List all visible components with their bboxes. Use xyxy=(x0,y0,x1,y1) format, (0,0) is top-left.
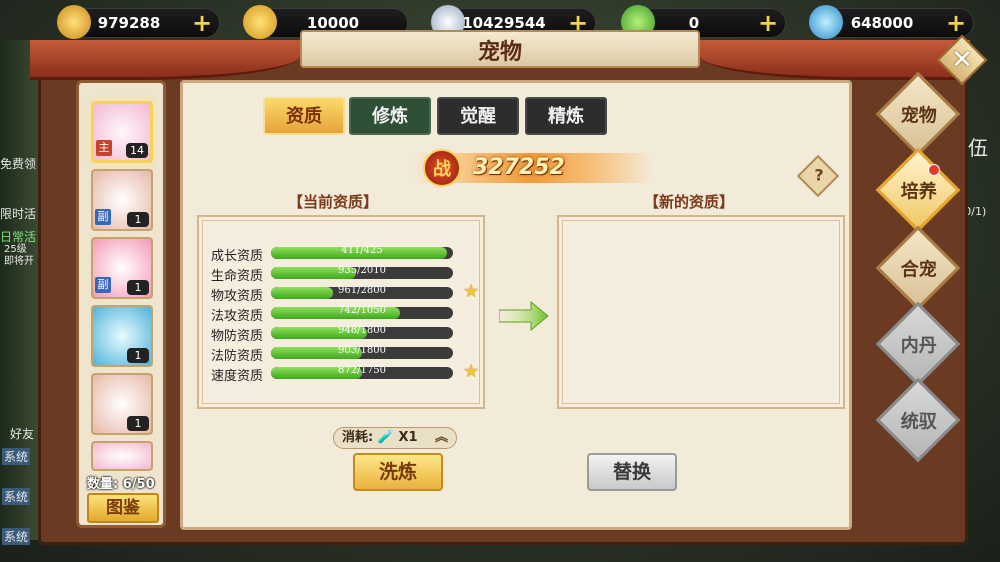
currency-gold: 979288 + xyxy=(57,5,220,39)
stat-value: 872/1750 xyxy=(338,365,386,376)
add-token-button[interactable]: + xyxy=(945,11,967,35)
stat-row: 法防资质 903/1800 xyxy=(211,343,511,364)
nav-label: 内丹 xyxy=(900,335,937,357)
stat-value: 935/2010 xyxy=(338,265,386,276)
pet-level: 1 xyxy=(127,280,149,295)
bg-text: 免费领 xyxy=(0,157,37,171)
stat-label: 物防资质 xyxy=(211,329,264,344)
potion-icon: 🧪 xyxy=(377,430,394,445)
tab-aptitude[interactable]: 资质 xyxy=(263,97,345,135)
battle-power-icon: 战 xyxy=(423,149,461,187)
nav-label: 合宠 xyxy=(900,259,937,281)
pet-tag: 副 xyxy=(95,277,111,293)
pet-slot[interactable]: 副 1 xyxy=(91,237,153,299)
pet-slot[interactable]: 副 1 xyxy=(91,169,153,231)
arrow-right-icon xyxy=(499,301,549,331)
cost-display: 消耗: 🧪 X1 ︽ xyxy=(333,427,457,449)
add-jade-button[interactable]: + xyxy=(757,11,779,35)
stat-label: 物攻资质 xyxy=(211,289,264,304)
bg-text: 系统 xyxy=(2,528,31,545)
bg-text: 伍 xyxy=(968,136,988,160)
cost-label: 消耗: xyxy=(342,430,374,445)
window-title: 宠物 xyxy=(477,39,522,65)
stat-row: 物防资质 948/1800 xyxy=(211,323,511,344)
stat-label: 法攻资质 xyxy=(211,309,264,324)
currency-value: 979288 xyxy=(97,14,161,32)
bg-text: 即将开 xyxy=(4,256,34,267)
question-icon: ? xyxy=(814,165,824,185)
pet-tag: 主 xyxy=(96,140,112,156)
tab-awakening[interactable]: 觉醒 xyxy=(437,97,519,135)
pet-slot[interactable] xyxy=(91,441,153,471)
replace-button[interactable]: 替换 xyxy=(587,453,677,491)
pet-count: 数量: 6/50 xyxy=(87,477,155,492)
stat-label: 生命资质 xyxy=(211,269,264,284)
pet-slot[interactable]: 1 xyxy=(91,373,153,435)
chevron-up-icon[interactable]: ︽ xyxy=(435,428,448,448)
stat-value: 961/2800 xyxy=(338,285,386,296)
pet-tag: 副 xyxy=(95,209,111,225)
section-current-title: 【当前资质】 xyxy=(287,193,378,211)
stat-label: 成长资质 xyxy=(211,249,264,264)
nav-label: 宠物 xyxy=(900,105,937,127)
pet-slot[interactable]: 1 xyxy=(91,305,153,367)
pet-level: 1 xyxy=(127,416,149,431)
stat-value: 411/425 xyxy=(341,245,383,256)
bg-text: 好友 xyxy=(10,427,35,441)
star-icon: ★ xyxy=(463,361,480,382)
bg-text: 系统 xyxy=(2,488,31,505)
bg-text: 系统 xyxy=(2,448,31,465)
stat-row: 成长资质 411/425 xyxy=(211,243,511,264)
background-left-strip xyxy=(0,40,38,540)
stat-row: 速度资质 872/1750 ★ xyxy=(211,361,511,384)
stat-label: 法防资质 xyxy=(211,349,264,364)
stat-value: 948/1800 xyxy=(338,325,386,336)
pet-level: 1 xyxy=(127,212,149,227)
current-aptitude-box: 成长资质 411/425 生命资质 935/2010 物攻资质 961/2800 ★ 法攻资质… xyxy=(197,215,485,409)
pet-level: 1 xyxy=(127,348,149,363)
new-aptitude-box xyxy=(557,215,845,409)
cost-qty: X1 xyxy=(398,430,418,445)
pet-slot[interactable]: 主 14 xyxy=(91,101,153,163)
pet-list: 主 14 副 1 副 1 1 1 数量: 6/50 图鉴 xyxy=(76,80,166,528)
close-icon: ✕ xyxy=(951,45,973,75)
stat-value: 903/1800 xyxy=(338,345,386,356)
section-new-title: 【新的资质】 xyxy=(643,193,734,211)
atlas-button[interactable]: 图鉴 xyxy=(87,493,159,523)
bg-text: 限时活 xyxy=(0,207,37,221)
currency-value: 648000 xyxy=(850,14,914,32)
notification-dot xyxy=(928,164,940,176)
stat-row: 法攻资质 742/1050 xyxy=(211,303,511,324)
stat-row: 物攻资质 961/2800 ★ xyxy=(211,281,511,304)
main-panel: 资质 修炼 觉醒 精炼 战 327252 ? 【当前资质】 【新的资质】 成长资… xyxy=(180,80,852,530)
wash-button[interactable]: 洗炼 xyxy=(353,453,443,491)
star-icon: ★ xyxy=(463,281,480,302)
title-bar: 宠物 xyxy=(300,30,700,68)
stat-row: 生命资质 935/2010 xyxy=(211,263,511,284)
add-gold-button[interactable]: + xyxy=(191,11,213,35)
tab-training[interactable]: 修炼 xyxy=(349,97,431,135)
stat-value: 742/1050 xyxy=(338,305,386,316)
nav-label: 培养 xyxy=(900,181,937,203)
nav-label: 统驭 xyxy=(900,411,937,433)
tab-refine[interactable]: 精炼 xyxy=(525,97,607,135)
pet-level: 14 xyxy=(126,143,148,158)
battle-power-value: 327252 xyxy=(473,155,565,180)
game-screen: { "currencies": [ {"icon":"gold-ingot-ic… xyxy=(0,0,1000,562)
stat-label: 速度资质 xyxy=(211,369,264,384)
currency-token: 648000 + xyxy=(809,5,974,39)
battle-power: 战 327252 xyxy=(413,149,653,187)
